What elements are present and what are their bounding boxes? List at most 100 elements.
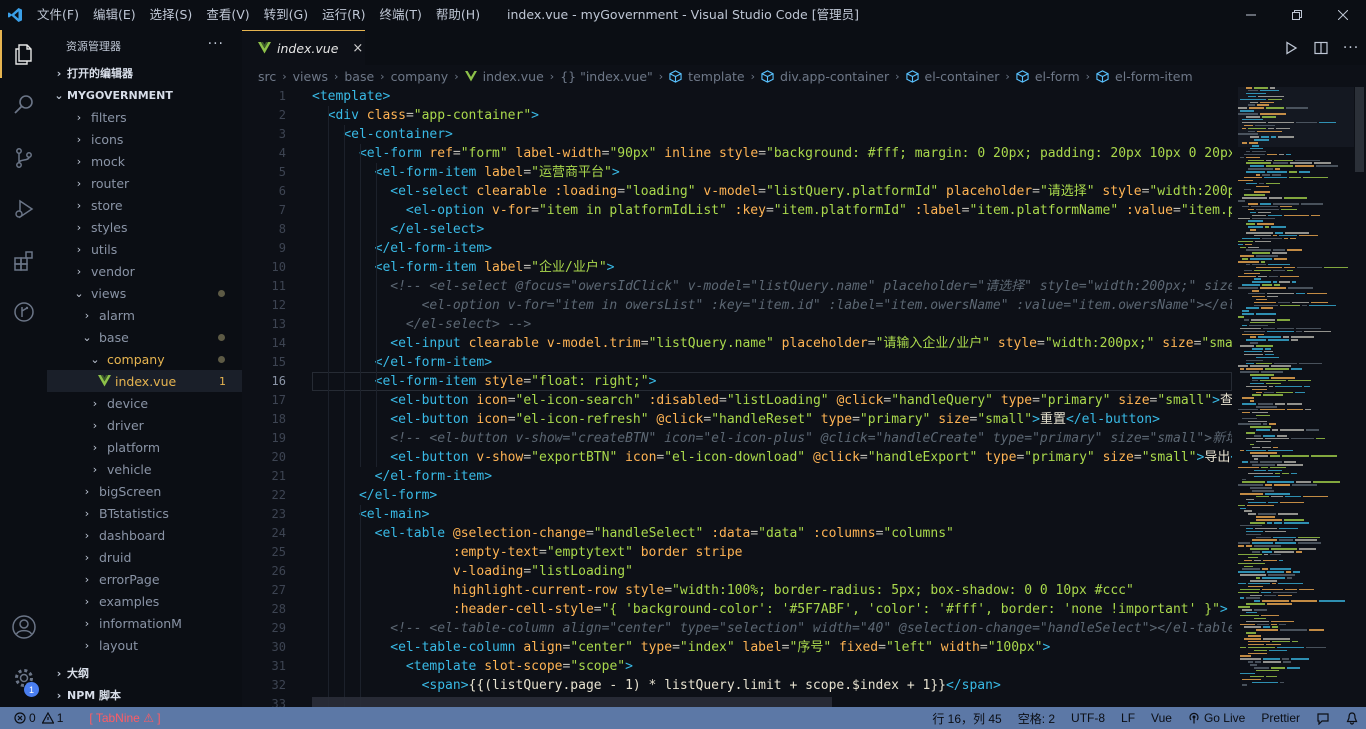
encoding[interactable]: UTF-8 bbox=[1063, 707, 1113, 729]
code-line[interactable]: 19 <!-- <el-button v-show="createBTN" ic… bbox=[242, 429, 1232, 448]
notifications-icon[interactable] bbox=[1338, 707, 1366, 729]
breadcrumb-item[interactable]: base bbox=[344, 69, 374, 84]
code-line[interactable]: 27 highlight-current-row style="width:10… bbox=[242, 581, 1232, 600]
folder-item[interactable]: › store bbox=[47, 194, 242, 216]
code-line[interactable]: 25 :empty-text="emptytext" border stripe bbox=[242, 543, 1232, 562]
npm-scripts-section[interactable]: › NPM 脚本 bbox=[47, 684, 242, 706]
folder-item[interactable]: › styles bbox=[47, 216, 242, 238]
folder-item[interactable]: ⌄ views bbox=[47, 282, 242, 304]
breadcrumb-item[interactable]: {} "index.vue" bbox=[560, 69, 653, 84]
code-line[interactable]: 26 v-loading="listLoading" bbox=[242, 562, 1232, 581]
breadcrumb-item[interactable]: index.vue bbox=[464, 69, 544, 84]
code-editor[interactable]: 1 <template> 2 <div class="app-container">… bbox=[242, 87, 1232, 707]
run-file-icon[interactable] bbox=[1276, 33, 1306, 63]
outline-section[interactable]: › 大纲 bbox=[47, 662, 242, 684]
menu-view[interactable]: 查看(V) bbox=[199, 0, 256, 30]
more-actions-icon[interactable]: ··· bbox=[1336, 33, 1366, 63]
project-section[interactable]: ⌄ MYGOVERNMENT bbox=[47, 84, 242, 106]
breadcrumb-item[interactable]: src bbox=[258, 69, 276, 84]
code-line[interactable]: 23 <el-main> bbox=[242, 505, 1232, 524]
menu-help[interactable]: 帮助(H) bbox=[429, 0, 487, 30]
minimize-button[interactable] bbox=[1228, 0, 1274, 30]
menu-go[interactable]: 转到(G) bbox=[257, 0, 315, 30]
code-line[interactable]: 30 <el-table-column align="center" type=… bbox=[242, 638, 1232, 657]
code-line[interactable]: 32 <span>{{(listQuery.page - 1) * listQu… bbox=[242, 676, 1232, 695]
settings-gear-icon[interactable]: 1 bbox=[0, 654, 47, 702]
folder-item[interactable]: › bigScreen bbox=[47, 480, 242, 502]
folder-item[interactable]: › mock bbox=[47, 150, 242, 172]
folder-item[interactable]: › icons bbox=[47, 128, 242, 150]
vertical-scrollbar[interactable] bbox=[1355, 87, 1364, 172]
folder-item[interactable]: › driver bbox=[47, 414, 242, 436]
open-editors-section[interactable]: › 打开的编辑器 bbox=[47, 62, 242, 84]
code-line[interactable]: 11 <!-- <el-select @focus="owersIdClick"… bbox=[242, 277, 1232, 296]
search-icon[interactable] bbox=[0, 80, 47, 128]
breadcrumb-item[interactable]: el-form bbox=[1016, 69, 1080, 84]
menu-edit[interactable]: 编辑(E) bbox=[86, 0, 143, 30]
minimap[interactable] bbox=[1238, 87, 1354, 707]
folder-item[interactable]: › vendor bbox=[47, 260, 242, 282]
code-line[interactable]: 8 </el-select> bbox=[242, 220, 1232, 239]
code-line[interactable]: 15 </el-form-item> bbox=[242, 353, 1232, 372]
code-line[interactable]: 22 </el-form> bbox=[242, 486, 1232, 505]
code-line[interactable]: 1 <template> bbox=[242, 87, 1232, 106]
split-editor-icon[interactable] bbox=[1306, 33, 1336, 63]
menu-terminal[interactable]: 终端(T) bbox=[373, 0, 429, 30]
folder-item[interactable]: › filters bbox=[47, 106, 242, 128]
horizontal-scrollbar[interactable] bbox=[312, 697, 832, 707]
code-line[interactable]: 24 <el-table @selection-change="handleSe… bbox=[242, 524, 1232, 543]
close-window-button[interactable] bbox=[1320, 0, 1366, 30]
source-control-icon[interactable] bbox=[0, 134, 47, 182]
prettier-status[interactable]: Prettier bbox=[1253, 707, 1308, 729]
more-actions-icon[interactable]: ··· bbox=[208, 36, 224, 52]
code-line[interactable]: 29 <!-- <el-table-column align="center" … bbox=[242, 619, 1232, 638]
folder-item[interactable]: › dashboard bbox=[47, 524, 242, 546]
tabnine-status[interactable]: [ TabNine ⚠ ] bbox=[81, 707, 168, 729]
code-line[interactable]: 20 <el-button v-show="exportBTN" icon="e… bbox=[242, 448, 1232, 467]
code-line[interactable]: 9 </el-form-item> bbox=[242, 239, 1232, 258]
breadcrumb-item[interactable]: views bbox=[293, 69, 328, 84]
code-line[interactable]: 16 <el-form-item style="float: right;"> bbox=[242, 372, 1232, 391]
extensions-icon[interactable] bbox=[0, 237, 47, 285]
folder-item[interactable]: ⌄ base bbox=[47, 326, 242, 348]
code-line[interactable]: 28 :header-cell-style="{ 'background-col… bbox=[242, 600, 1232, 619]
code-line[interactable]: 10 <el-form-item label="企业/业户"> bbox=[242, 258, 1232, 277]
breadcrumb-item[interactable]: el-form-item bbox=[1096, 69, 1193, 84]
code-line[interactable]: 4 <el-form ref="form" label-width="90px"… bbox=[242, 144, 1232, 163]
code-line[interactable]: 13 </el-select> --> bbox=[242, 315, 1232, 334]
folder-item[interactable]: › examples bbox=[47, 590, 242, 612]
folder-item[interactable]: › alarm bbox=[47, 304, 242, 326]
code-line[interactable]: 2 <div class="app-container"> bbox=[242, 106, 1232, 125]
breadcrumb-item[interactable]: div.app-container bbox=[761, 69, 889, 84]
close-icon[interactable]: × bbox=[352, 41, 363, 56]
folder-item[interactable]: ⌄ company bbox=[47, 348, 242, 370]
feedback-icon[interactable] bbox=[1308, 707, 1338, 729]
breadcrumb-item[interactable]: company bbox=[391, 69, 449, 84]
menu-selection[interactable]: 选择(S) bbox=[143, 0, 200, 30]
code-line[interactable]: 31 <template slot-scope="scope"> bbox=[242, 657, 1232, 676]
folder-item[interactable]: › device bbox=[47, 392, 242, 414]
code-line[interactable]: 6 <el-select clearable :loading="loading… bbox=[242, 182, 1232, 201]
problems-indicator[interactable]: 0 1 bbox=[14, 707, 71, 729]
code-line[interactable]: 17 <el-button icon="el-icon-search" :dis… bbox=[242, 391, 1232, 410]
restore-button[interactable] bbox=[1274, 0, 1320, 30]
folder-item[interactable]: › errorPage bbox=[47, 568, 242, 590]
folder-item[interactable]: › vehicle bbox=[47, 458, 242, 480]
remote-icon[interactable] bbox=[0, 288, 47, 336]
indentation[interactable]: 空格: 2 bbox=[1010, 707, 1063, 729]
code-line[interactable]: 14 <el-input clearable v-model.trim="lis… bbox=[242, 334, 1232, 353]
language-mode[interactable]: Vue bbox=[1143, 707, 1180, 729]
breadcrumb-item[interactable]: template bbox=[669, 69, 745, 84]
folder-item[interactable]: › router bbox=[47, 172, 242, 194]
folder-item[interactable]: › layout bbox=[47, 634, 242, 656]
cursor-position[interactable]: 行 16，列 45 bbox=[924, 707, 1009, 729]
code-line[interactable]: 7 <el-option v-for="item in platformIdLi… bbox=[242, 201, 1232, 220]
explorer-icon[interactable] bbox=[0, 30, 47, 78]
code-line[interactable]: 3 <el-container> bbox=[242, 125, 1232, 144]
code-line[interactable]: 18 <el-button icon="el-icon-refresh" @cl… bbox=[242, 410, 1232, 429]
breadcrumb-item[interactable]: el-container bbox=[905, 69, 999, 84]
line-ending[interactable]: LF bbox=[1113, 707, 1143, 729]
account-icon[interactable] bbox=[0, 603, 47, 651]
folder-item[interactable]: › druid bbox=[47, 546, 242, 568]
folder-item[interactable]: › utils bbox=[47, 238, 242, 260]
